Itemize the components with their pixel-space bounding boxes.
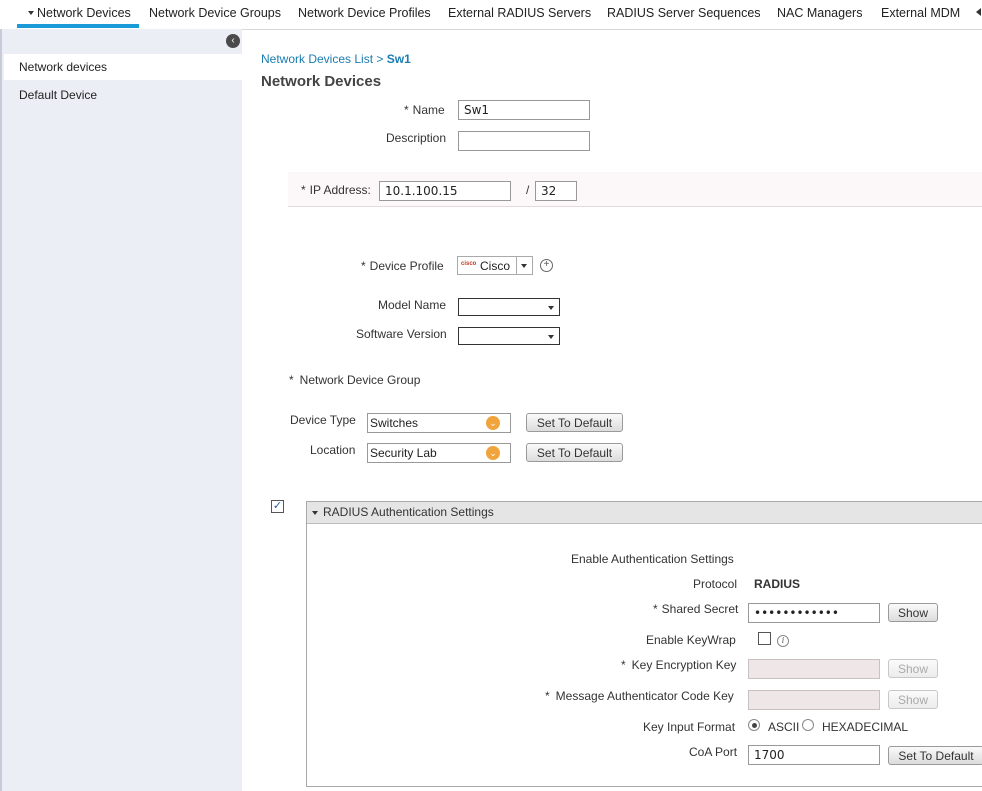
hexadecimal-radio[interactable] xyxy=(802,719,814,731)
model-name-label: Model Name xyxy=(378,298,447,312)
ascii-radio[interactable] xyxy=(748,719,760,731)
location-set-default-button[interactable]: Set To Default xyxy=(526,443,623,462)
device-profile-select[interactable]: cisco Cisco xyxy=(457,256,533,275)
chevron-down-icon xyxy=(548,335,554,339)
coa-port-label: CoA Port xyxy=(689,745,738,759)
protocol-value: RADIUS xyxy=(754,577,801,591)
key-encryption-key-input[interactable] xyxy=(748,659,880,679)
ip-mask-input[interactable]: 32 xyxy=(535,181,577,201)
device-type-select[interactable]: Switches ⌄ xyxy=(367,413,511,433)
enable-auth-settings-label: Enable Authentication Settings xyxy=(571,552,734,566)
sidebar-item-label: Network devices xyxy=(19,60,108,74)
key-encryption-show-button[interactable]: Show xyxy=(888,659,938,678)
radius-section-title: RADIUS Authentication Settings xyxy=(323,505,494,519)
breadcrumb-link-network-devices-list[interactable]: Network Devices List xyxy=(261,52,373,66)
model-name-select[interactable] xyxy=(458,298,560,316)
ip-address-label: * IP Address: xyxy=(301,183,371,197)
device-type-value: Switches xyxy=(370,416,419,430)
tab-external-mdm[interactable]: External MDM xyxy=(881,6,960,20)
name-input[interactable]: Sw1 xyxy=(458,100,590,120)
software-version-label: Software Version xyxy=(356,327,447,341)
chevron-down-icon xyxy=(548,306,554,310)
chevron-down-icon xyxy=(521,264,527,268)
chevron-down-icon: ⌄ xyxy=(486,446,500,460)
radius-panel-header[interactable]: RADIUS Authentication Settings xyxy=(307,502,982,524)
radius-enable-checkbox[interactable]: ✓ xyxy=(271,500,284,513)
description-input[interactable] xyxy=(458,131,590,151)
active-tab-indicator xyxy=(17,24,139,28)
chevron-down-icon xyxy=(312,511,318,515)
breadcrumb-current: Sw1 xyxy=(386,52,411,66)
tab-radius-server-sequences[interactable]: RADIUS Server Sequences xyxy=(607,6,761,20)
shared-secret-input[interactable]: •••••••••••• xyxy=(748,603,880,623)
message-auth-code-key-label: * Message Authenticator Code Key xyxy=(545,689,734,703)
cisco-logo-icon: cisco xyxy=(461,261,477,267)
sidebar-item-network-devices[interactable]: Network devices xyxy=(4,54,244,80)
coa-port-set-default-button[interactable]: Set To Default xyxy=(888,746,982,765)
chevron-down-icon: ⌄ xyxy=(486,416,500,430)
ip-address-input[interactable]: 10.1.100.15 xyxy=(379,181,511,201)
protocol-label: Protocol xyxy=(693,577,738,591)
tab-nac-managers[interactable]: NAC Managers xyxy=(777,6,862,20)
hexadecimal-radio-label: HEXADECIMAL xyxy=(822,720,909,734)
network-device-group-label: * Network Device Group xyxy=(289,373,421,387)
message-auth-code-show-button[interactable]: Show xyxy=(888,690,938,709)
top-tab-bar: Network Devices Network Device Groups Ne… xyxy=(0,0,982,30)
message-auth-code-key-input[interactable] xyxy=(748,690,880,710)
location-label: Location xyxy=(310,443,356,457)
name-label: * Name xyxy=(404,103,445,117)
key-input-format-label: Key Input Format xyxy=(643,720,736,734)
tab-scroll-left-icon[interactable] xyxy=(976,8,981,16)
tab-network-devices[interactable]: Network Devices xyxy=(28,6,131,20)
tab-label: Network Devices xyxy=(37,6,131,20)
shared-secret-label: * Shared Secret xyxy=(653,602,739,616)
tab-external-radius-servers[interactable]: External RADIUS Servers xyxy=(448,6,591,20)
ascii-radio-label: ASCII xyxy=(768,720,800,734)
sidebar-item-default-device[interactable]: Default Device xyxy=(4,82,244,108)
sidebar: Network devices Default Device xyxy=(0,29,244,791)
device-type-set-default-button[interactable]: Set To Default xyxy=(526,413,623,432)
chevron-down-icon xyxy=(28,10,34,15)
page-title: Network Devices xyxy=(261,73,382,90)
collapse-sidebar-icon[interactable]: ‹ xyxy=(226,34,240,48)
select-divider xyxy=(516,257,517,274)
shared-secret-show-button[interactable]: Show xyxy=(888,603,938,622)
enable-keywrap-label: Enable KeyWrap xyxy=(646,633,736,647)
device-profile-value: Cisco xyxy=(480,259,511,273)
radius-auth-panel: RADIUS Authentication Settings xyxy=(306,501,982,787)
sidebar-item-label: Default Device xyxy=(19,88,98,102)
breadcrumb-separator: > xyxy=(376,52,384,66)
breadcrumb: Network Devices List > Sw1 xyxy=(261,52,411,66)
coa-port-input[interactable]: 1700 xyxy=(748,745,880,765)
enable-keywrap-checkbox[interactable] xyxy=(758,632,771,645)
device-type-label: Device Type xyxy=(290,413,356,427)
tab-network-device-profiles[interactable]: Network Device Profiles xyxy=(298,6,431,20)
info-icon[interactable]: i xyxy=(777,635,789,647)
ip-mask-slash: / xyxy=(526,183,530,197)
key-encryption-key-label: * Key Encryption Key xyxy=(621,658,737,672)
description-label: Description xyxy=(386,131,447,145)
add-profile-icon[interactable]: + xyxy=(540,259,553,272)
software-version-select[interactable] xyxy=(458,327,560,345)
tab-network-device-groups[interactable]: Network Device Groups xyxy=(149,6,281,20)
device-profile-label: * Device Profile xyxy=(361,259,444,273)
location-value: Security Lab xyxy=(370,446,437,460)
location-select[interactable]: Security Lab ⌄ xyxy=(367,443,511,463)
